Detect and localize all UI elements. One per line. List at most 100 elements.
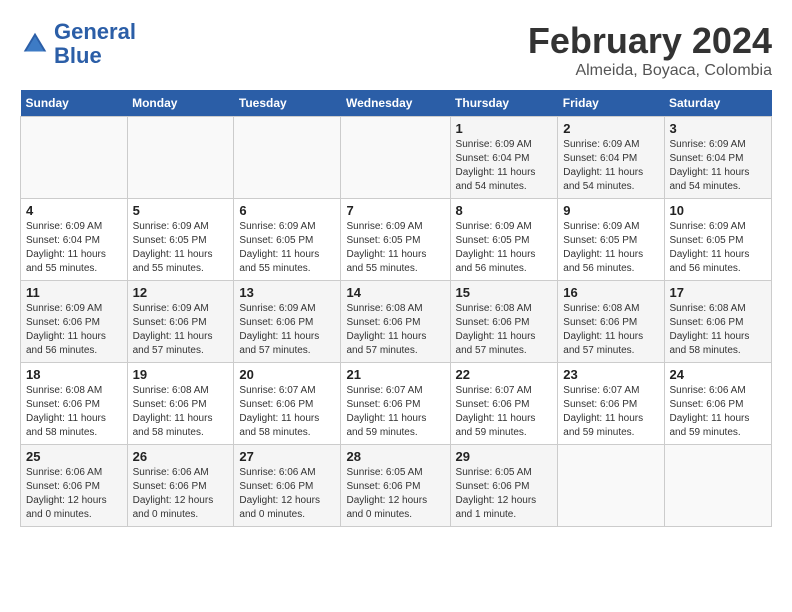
calendar-day-cell: 1 Sunrise: 6:09 AMSunset: 6:04 PMDaylight…	[450, 117, 558, 199]
day-number: 10	[670, 203, 767, 218]
calendar-day-cell: 16 Sunrise: 6:08 AMSunset: 6:06 PMDayligh…	[558, 281, 664, 363]
calendar-day-cell: 6 Sunrise: 6:09 AMSunset: 6:05 PMDaylight…	[234, 199, 341, 281]
day-info: Sunrise: 6:09 AMSunset: 6:05 PMDaylight:…	[670, 220, 767, 276]
calendar-day-cell: 8Sunrise: 6:09 AMSunset: 6:05 PMDaylight…	[450, 199, 558, 281]
calendar-day-cell	[664, 445, 772, 527]
calendar-day-cell: 3 Sunrise: 6:09 AMSunset: 6:04 PMDaylight…	[664, 117, 772, 199]
day-number: 20	[239, 367, 335, 382]
day-number: 7	[346, 203, 444, 218]
calendar-day-cell: 14 Sunrise: 6:08 AMSunset: 6:06 PMDayligh…	[341, 281, 450, 363]
calendar-day-cell	[234, 117, 341, 199]
calendar-week-row: 25 Sunrise: 6:06 AMSunset: 6:06 PMDayligh…	[21, 445, 772, 527]
calendar-week-row: 11 Sunrise: 6:09 AMSunset: 6:06 PMDayligh…	[21, 281, 772, 363]
calendar-day-header: Thursday	[450, 90, 558, 117]
day-info: Sunrise: 6:06 AMSunset: 6:06 PMDaylight:…	[26, 466, 122, 522]
day-number: 26	[133, 449, 229, 464]
calendar-body: 1 Sunrise: 6:09 AMSunset: 6:04 PMDaylight…	[21, 117, 772, 527]
day-info: Sunrise: 6:06 AMSunset: 6:06 PMDaylight:…	[670, 384, 767, 440]
day-number: 11	[26, 285, 122, 300]
day-info: Sunrise: 6:09 AMSunset: 6:04 PMDaylight:…	[456, 138, 553, 194]
calendar-day-cell: 23 Sunrise: 6:07 AMSunset: 6:06 PMDayligh…	[558, 363, 664, 445]
day-number: 1	[456, 121, 553, 136]
day-number: 18	[26, 367, 122, 382]
day-number: 4	[26, 203, 122, 218]
calendar-day-cell: 2Sunrise: 6:09 AMSunset: 6:04 PMDaylight…	[558, 117, 664, 199]
calendar-day-cell: 11 Sunrise: 6:09 AMSunset: 6:06 PMDayligh…	[21, 281, 128, 363]
day-info: Sunrise: 6:09 AMSunset: 6:05 PMDaylight:…	[563, 220, 658, 276]
day-number: 15	[456, 285, 553, 300]
day-number: 29	[456, 449, 553, 464]
calendar-day-cell: 21 Sunrise: 6:07 AMSunset: 6:06 PMDayligh…	[341, 363, 450, 445]
day-info: Sunrise: 6:08 AMSunset: 6:06 PMDaylight:…	[456, 302, 553, 358]
logo-icon	[20, 29, 50, 59]
calendar-week-row: 4Sunrise: 6:09 AMSunset: 6:04 PMDaylight…	[21, 199, 772, 281]
calendar-day-cell: 12 Sunrise: 6:09 AMSunset: 6:06 PMDayligh…	[127, 281, 234, 363]
day-info: Sunrise: 6:07 AMSunset: 6:06 PMDaylight:…	[456, 384, 553, 440]
day-number: 25	[26, 449, 122, 464]
calendar-day-cell	[341, 117, 450, 199]
calendar-day-cell: 13Sunrise: 6:09 AMSunset: 6:06 PMDayligh…	[234, 281, 341, 363]
day-info: Sunrise: 6:07 AMSunset: 6:06 PMDaylight:…	[563, 384, 658, 440]
calendar-day-cell: 7 Sunrise: 6:09 AMSunset: 6:05 PMDaylight…	[341, 199, 450, 281]
logo-text: General Blue	[54, 20, 136, 68]
calendar-day-cell: 20 Sunrise: 6:07 AMSunset: 6:06 PMDayligh…	[234, 363, 341, 445]
calendar-day-header: Tuesday	[234, 90, 341, 117]
day-number: 5	[133, 203, 229, 218]
calendar-day-cell: 19 Sunrise: 6:08 AMSunset: 6:06 PMDayligh…	[127, 363, 234, 445]
day-number: 28	[346, 449, 444, 464]
day-info: Sunrise: 6:05 AMSunset: 6:06 PMDaylight:…	[456, 466, 553, 522]
day-number: 27	[239, 449, 335, 464]
calendar-day-cell	[558, 445, 664, 527]
calendar-table: SundayMondayTuesdayWednesdayThursdayFrid…	[20, 90, 772, 527]
location-title: Almeida, Boyaca, Colombia	[528, 62, 772, 80]
day-number: 23	[563, 367, 658, 382]
day-info: Sunrise: 6:09 AMSunset: 6:06 PMDaylight:…	[239, 302, 335, 358]
day-number: 9	[563, 203, 658, 218]
calendar-day-cell	[127, 117, 234, 199]
day-number: 19	[133, 367, 229, 382]
day-number: 22	[456, 367, 553, 382]
day-info: Sunrise: 6:09 AMSunset: 6:05 PMDaylight:…	[346, 220, 444, 276]
calendar-day-cell: 29 Sunrise: 6:05 AMSunset: 6:06 PMDayligh…	[450, 445, 558, 527]
day-info: Sunrise: 6:08 AMSunset: 6:06 PMDaylight:…	[26, 384, 122, 440]
day-info: Sunrise: 6:09 AMSunset: 6:06 PMDaylight:…	[26, 302, 122, 358]
day-info: Sunrise: 6:09 AMSunset: 6:04 PMDaylight:…	[670, 138, 767, 194]
day-info: Sunrise: 6:08 AMSunset: 6:06 PMDaylight:…	[563, 302, 658, 358]
title-area: February 2024 Almeida, Boyaca, Colombia	[528, 20, 772, 80]
calendar-day-header: Friday	[558, 90, 664, 117]
day-number: 6	[239, 203, 335, 218]
day-info: Sunrise: 6:09 AMSunset: 6:06 PMDaylight:…	[133, 302, 229, 358]
day-number: 3	[670, 121, 767, 136]
day-info: Sunrise: 6:06 AMSunset: 6:06 PMDaylight:…	[239, 466, 335, 522]
day-number: 17	[670, 285, 767, 300]
day-info: Sunrise: 6:07 AMSunset: 6:06 PMDaylight:…	[239, 384, 335, 440]
header: General Blue February 2024 Almeida, Boya…	[20, 20, 772, 80]
day-info: Sunrise: 6:08 AMSunset: 6:06 PMDaylight:…	[670, 302, 767, 358]
calendar-week-row: 18 Sunrise: 6:08 AMSunset: 6:06 PMDayligh…	[21, 363, 772, 445]
day-number: 14	[346, 285, 444, 300]
calendar-day-cell: 17 Sunrise: 6:08 AMSunset: 6:06 PMDayligh…	[664, 281, 772, 363]
calendar-day-header: Wednesday	[341, 90, 450, 117]
day-number: 24	[670, 367, 767, 382]
day-number: 8	[456, 203, 553, 218]
calendar-day-header: Saturday	[664, 90, 772, 117]
calendar-day-cell: 10 Sunrise: 6:09 AMSunset: 6:05 PMDayligh…	[664, 199, 772, 281]
day-info: Sunrise: 6:09 AMSunset: 6:05 PMDaylight:…	[133, 220, 229, 276]
day-info: Sunrise: 6:06 AMSunset: 6:06 PMDaylight:…	[133, 466, 229, 522]
calendar-day-cell: 4Sunrise: 6:09 AMSunset: 6:04 PMDaylight…	[21, 199, 128, 281]
day-number: 12	[133, 285, 229, 300]
calendar-day-cell: 9 Sunrise: 6:09 AMSunset: 6:05 PMDaylight…	[558, 199, 664, 281]
calendar-day-cell	[21, 117, 128, 199]
day-info: Sunrise: 6:08 AMSunset: 6:06 PMDaylight:…	[133, 384, 229, 440]
day-number: 21	[346, 367, 444, 382]
calendar-day-cell: 5 Sunrise: 6:09 AMSunset: 6:05 PMDaylight…	[127, 199, 234, 281]
day-info: Sunrise: 6:07 AMSunset: 6:06 PMDaylight:…	[346, 384, 444, 440]
day-info: Sunrise: 6:09 AMSunset: 6:04 PMDaylight:…	[563, 138, 658, 194]
calendar-day-cell: 18 Sunrise: 6:08 AMSunset: 6:06 PMDayligh…	[21, 363, 128, 445]
day-info: Sunrise: 6:05 AMSunset: 6:06 PMDaylight:…	[346, 466, 444, 522]
calendar-day-cell: 28 Sunrise: 6:05 AMSunset: 6:06 PMDayligh…	[341, 445, 450, 527]
day-info: Sunrise: 6:09 AMSunset: 6:05 PMDaylight:…	[239, 220, 335, 276]
day-info: Sunrise: 6:08 AMSunset: 6:06 PMDaylight:…	[346, 302, 444, 358]
month-title: February 2024	[528, 20, 772, 62]
day-number: 16	[563, 285, 658, 300]
